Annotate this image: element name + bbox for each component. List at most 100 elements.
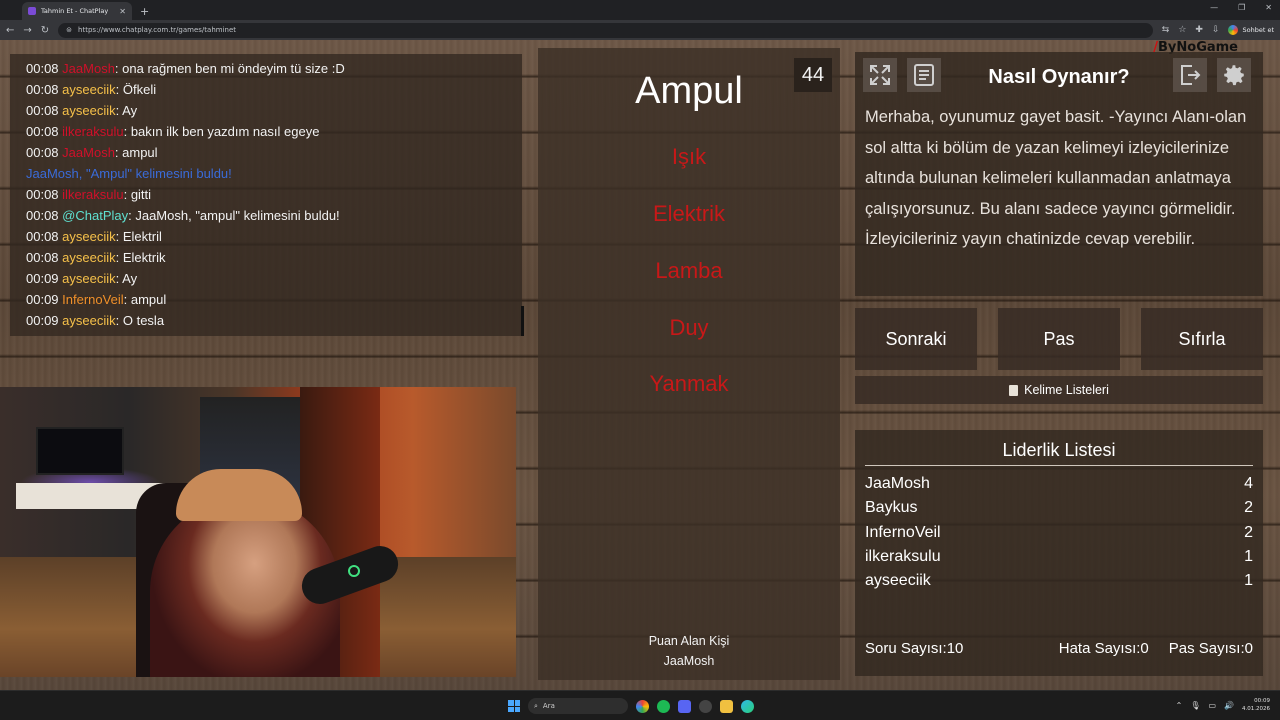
chat-with-ai-button[interactable]: Sohbet et [1228,25,1274,35]
forward-icon[interactable]: → [23,25,31,36]
chat-message: 00:08 JaaMosh: ona rağmen ben mi öndeyim… [26,58,506,79]
chat-timestamp: 00:08 [26,124,59,139]
reload-icon[interactable]: ↻ [41,25,49,36]
reset-button[interactable]: Sıfırla [1141,308,1263,370]
discord-icon[interactable] [678,699,691,713]
scorer-name: JaaMosh [663,654,715,668]
chat-timestamp: 00:08 [26,187,59,202]
stream-chat: 00:08 JaaMosh: ona rağmen ben mi öndeyim… [10,54,524,336]
chat-timestamp: 00:08 [26,82,59,97]
network-icon[interactable]: ▭ [1208,701,1216,710]
leaderboard-row: ilkeraksulu 1 [865,548,1253,565]
gear-icon[interactable] [1217,58,1251,92]
chat-message: 00:08 ayseeciik: Elektril [26,226,506,247]
chat-username: JaaMosh [62,61,115,76]
chat-timestamp: 00:09 [26,271,59,286]
how-to-play-text: Merhaba, oyunumuz gayet basit. -Yayıncı … [865,108,1247,249]
chevron-up-icon[interactable]: ⌃ [1176,701,1183,710]
leaderboard-row: InfernoVeil 2 [865,524,1253,541]
next-button[interactable]: Sonraki [855,308,977,370]
chat-timestamp: 00:08 [26,250,59,265]
chat-username: ilkeraksulu [62,187,124,202]
obs-icon[interactable] [699,699,712,713]
chrome-icon[interactable] [636,699,649,713]
close-window-icon[interactable]: ✕ [1265,3,1272,12]
chat-text: : bakın ilk ben yazdım nasıl egeye [123,124,320,139]
ai-assistant-icon [1228,25,1239,35]
translate-icon[interactable]: ⇆ [1162,25,1170,35]
chat-message: 00:08 ayseeciik: Elektrik [26,247,506,268]
chat-message: 00:08 ilkeraksulu: gitti [26,184,506,205]
chat-message: 00:08 ayseeciik: Ay [26,100,506,121]
chat-message: 00:08 @ChatPlay: JaaMosh, "ampul" kelime… [26,205,506,226]
taboo-word: Duy [669,315,709,340]
word-lists-button[interactable]: Kelime Listeleri [855,376,1263,404]
question-count: Soru Sayısı:10 [865,640,964,657]
browser-tab[interactable]: Tahmin Et - ChatPlay ✕ [22,2,132,20]
window-controls: — ❐ ✕ [1210,3,1272,12]
taskbar-search[interactable]: ⌕ Ara [528,698,628,714]
chat-username: ilkeraksulu [62,124,124,139]
chat-message: 00:09 ayseeciik: O tesla [26,310,506,331]
chat-scrollbar[interactable] [521,306,524,336]
leaderboard: Liderlik Listesi JaaMosh 4 Baykus 2 Infern… [855,430,1263,676]
microphone-icon[interactable]: 🎙 [1190,701,1200,710]
word-lists-label: Kelime Listeleri [1024,383,1109,397]
chat-timestamp: 00:09 [26,292,59,307]
taboo-word: Yanmak [649,371,729,396]
file-explorer-icon[interactable] [720,699,733,713]
chat-text: : Elektril [115,229,162,244]
chat-text: : Ay [115,271,138,286]
chat-username: JaaMosh, "Ampul" kelimesini buldu! [26,166,232,181]
chat-timestamp: 00:09 [26,313,59,328]
chat-text: : O tesla [115,313,165,328]
chat-username: ayseeciik [62,250,116,265]
scorer-label: Puan Alan Kişi [648,634,730,648]
chat-message: 00:08 JaaMosh: ampul [26,142,506,163]
address-bar-row: ← → ↻ ⊜ https://www.chatplay.com.tr/game… [0,20,1280,40]
new-tab-icon[interactable]: + [140,5,149,18]
site-info-icon[interactable]: ⊜ [66,26,72,34]
volume-icon[interactable]: 🔊 [1224,701,1234,710]
taskbar-clock[interactable]: 00:09 4.01.2026 [1242,697,1270,713]
browser-tab-bar: Tahmin Et - ChatPlay ✕ + — ❐ ✕ [0,0,1280,20]
chat-text: : Elektrik [115,250,166,265]
exit-icon[interactable] [1173,58,1207,92]
chat-username: ayseeciik [62,313,116,328]
bookmark-star-icon[interactable]: ☆ [1178,25,1186,35]
taboo-word: Lamba [655,258,723,283]
edge-icon[interactable] [741,699,754,713]
chat-text: : ona rağmen ben mi öndeyim tü size :D [114,61,345,76]
chat-with-ai-label: Sohbet et [1242,26,1274,34]
windows-start-icon[interactable] [508,700,520,712]
pass-count: Pas Sayısı:0 [1168,640,1253,657]
extensions-icon[interactable]: ✚ [1195,25,1203,35]
url-field[interactable]: ⊜ https://www.chatplay.com.tr/games/tahm… [58,22,1153,38]
close-tab-icon[interactable]: ✕ [119,7,126,16]
chat-message: 00:09 InfernoVeil: ampul [26,289,506,310]
maximize-icon[interactable]: ❐ [1238,3,1245,12]
taboo-word: Işık [671,144,707,169]
leaderboard-row: ayseeciik 1 [865,572,1253,589]
back-icon[interactable]: ← [6,25,14,36]
minimize-icon[interactable]: — [1210,3,1218,12]
chat-text: : Öfkeli [115,82,157,97]
leaderboard-row: Baykus 2 [865,499,1253,516]
chat-timestamp: 00:08 [26,103,59,118]
document-icon [1009,384,1019,396]
downloads-icon[interactable]: ⇩ [1212,25,1220,35]
streamer-word-area: 44 Ampul Işık Elektrik Lamba Duy Yanmak … [538,48,840,680]
chatplay-favicon-icon [28,7,36,15]
tab-title: Tahmin Et - ChatPlay [41,7,109,15]
chat-message: JaaMosh, "Ampul" kelimesini buldu! [26,163,506,184]
chat-username: JaaMosh [62,145,115,160]
chat-username: @ChatPlay [62,208,129,223]
chat-timestamp: 00:08 [26,61,59,76]
pass-button[interactable]: Pas [998,308,1120,370]
url-text: https://www.chatplay.com.tr/games/tahmin… [78,26,237,34]
chat-text: : JaaMosh, "ampul" kelimesini buldu! [128,208,340,223]
chat-text: : ampul [123,292,167,307]
chat-username: InfernoVeil [62,292,124,307]
spotify-icon[interactable] [657,699,670,713]
game-page: /ByNoGame 00:08 JaaMosh: ona rağmen ben … [0,40,1280,690]
